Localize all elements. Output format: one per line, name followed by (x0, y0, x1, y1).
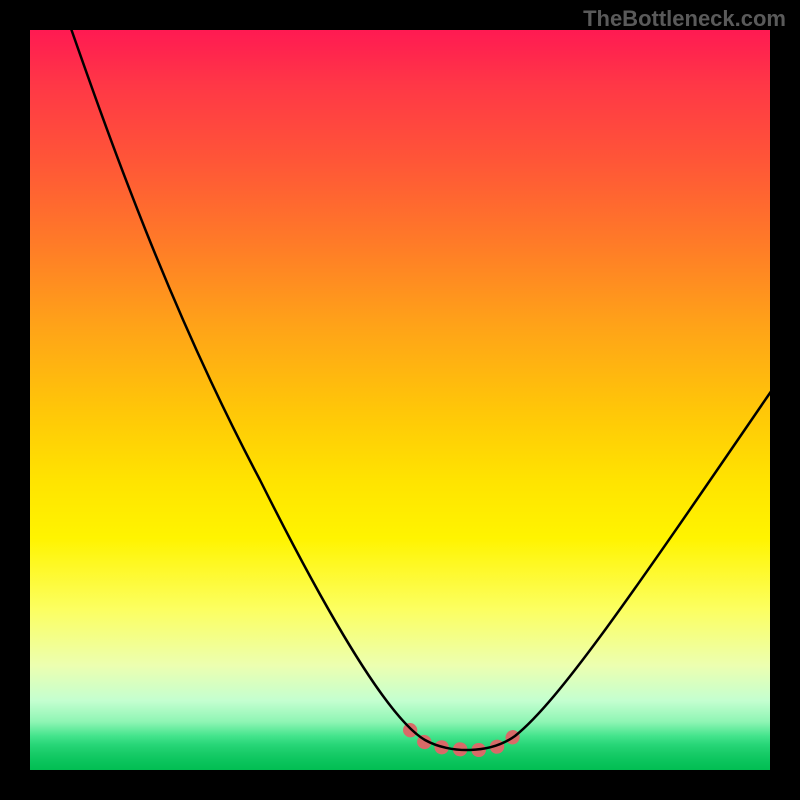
bottleneck-curve-line (68, 20, 772, 750)
watermark-text: TheBottleneck.com (583, 6, 786, 32)
optimal-range-marker (410, 728, 520, 750)
bottleneck-chart-svg (30, 30, 770, 770)
chart-plot-area (30, 30, 770, 770)
